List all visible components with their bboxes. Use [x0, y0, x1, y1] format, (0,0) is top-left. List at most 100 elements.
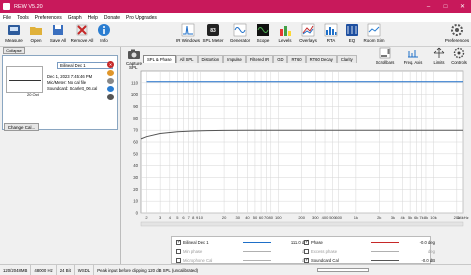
scope-icon — [257, 24, 269, 36]
spl-chart-svg: 01020304050607080901001102 3 4 5 6 7 8 9 10 20 30 4… — [131, 70, 469, 227]
notes-icon[interactable] — [107, 86, 114, 92]
menu-pro-upgrades[interactable]: Pro Upgrades — [126, 15, 157, 21]
tab-distortion[interactable]: Distortion — [197, 55, 224, 63]
save-small-icon[interactable] — [107, 94, 114, 100]
tab-impulse[interactable]: Impulse — [223, 55, 246, 63]
menu-tools[interactable]: Tools — [17, 15, 29, 21]
legend-swatch — [243, 241, 271, 243]
x-tick-label: 10k — [430, 215, 436, 220]
menu-file[interactable]: File — [3, 15, 11, 21]
preferences-button[interactable]: Preferences — [444, 23, 470, 46]
generator-button[interactable]: Generator — [229, 23, 251, 46]
overlays-icon — [301, 23, 315, 37]
camera-icon[interactable] — [127, 48, 141, 60]
scrollbars-icon — [379, 47, 391, 59]
y-tick-label: 110 — [131, 80, 138, 85]
spl-meter-button[interactable]: 83 SPL Meter — [202, 23, 224, 46]
minimize-button[interactable]: – — [420, 0, 437, 13]
info-button[interactable]: Info — [93, 23, 115, 46]
x-tick-label: 10 — [198, 215, 203, 220]
save-all-label: Save All — [49, 38, 67, 43]
measure-label: Measure — [5, 38, 23, 43]
change-cal-button[interactable]: Change Cal... — [4, 123, 39, 131]
status-bar: 120/2048MB 48000 Hz 24 Bit WSDL Peak inp… — [0, 264, 471, 275]
tab-clarity[interactable]: Clarity — [336, 55, 357, 63]
open-button[interactable]: Open — [25, 23, 47, 46]
legend-value: dB — [275, 258, 307, 263]
lock-icon[interactable] — [107, 70, 114, 76]
generator-icon — [233, 23, 247, 37]
remove-measurement-icon[interactable]: ✕ — [107, 61, 114, 68]
menu-donate[interactable]: Donate — [104, 15, 120, 21]
legend-swatch — [371, 241, 399, 243]
remove-all-button[interactable]: Remove All — [71, 23, 93, 46]
overlays-button[interactable]: Overlays — [297, 23, 319, 46]
measurement-card[interactable]: Bilineal Dec 1 ✕ Dec 1, 2023 7:45:46 PM … — [2, 55, 118, 130]
measurement-name-field[interactable]: Bilineal Dec 1 — [57, 62, 113, 69]
status-message: Peak input before clipping 120 dB SPL (u… — [97, 267, 199, 273]
menu-help[interactable]: Help — [88, 15, 98, 21]
legend-checkbox[interactable] — [176, 248, 181, 254]
x-tick-label: 2 — [145, 215, 148, 220]
rta-label: RTA — [326, 38, 336, 43]
tab-gd[interactable]: GD — [273, 55, 288, 63]
tab-spl-phase[interactable]: SPL & Phase — [143, 55, 176, 63]
preferences-label: Preferences — [444, 38, 470, 43]
eq-button[interactable]: EQ — [341, 23, 363, 46]
room-sim-label: Room Sim — [363, 38, 385, 43]
save-all-button[interactable]: Save All — [47, 23, 69, 46]
ir-windows-label: IR Windows — [176, 38, 201, 43]
info-label: Info — [100, 38, 108, 43]
close-window-button[interactable]: ✕ — [454, 0, 471, 13]
room-sim-button[interactable]: Room Sim — [363, 23, 385, 46]
x-tick-label: 40 — [245, 215, 250, 220]
y-tick-label: 80 — [133, 116, 138, 121]
scope-label: Scope — [256, 38, 270, 43]
legend-value: -0.0 dB — [421, 257, 435, 263]
levels-icon — [280, 26, 291, 36]
menu-preferences[interactable]: Preferences — [35, 15, 62, 21]
spl-plot[interactable]: SPL 0 10 20 30 40 50 60 70 80 90 100 110 2 3 4 5 6 7 8 9 10 2… — [121, 63, 471, 228]
y-tick-label: 0 — [136, 211, 139, 216]
x-tick-label: 3k — [391, 215, 395, 220]
x-tick-label: 8 — [192, 215, 195, 220]
measure-button[interactable]: Measure — [3, 23, 25, 46]
eq-label: EQ — [348, 38, 356, 43]
tab-rt60[interactable]: RT60 — [287, 55, 306, 63]
spl-meter-value: 83 — [210, 28, 216, 34]
legend-checkbox[interactable] — [176, 257, 181, 263]
legend-checkbox[interactable] — [304, 239, 309, 245]
legend-swatch — [371, 259, 399, 261]
open-label: Open — [30, 38, 42, 43]
levels-button[interactable]: Levels — [274, 23, 296, 46]
scope-button[interactable]: Scope — [252, 23, 274, 46]
legend-checkbox[interactable] — [304, 257, 309, 263]
info-small-icon[interactable] — [107, 78, 114, 84]
legend-value: dB — [275, 249, 307, 254]
menu-graph[interactable]: Graph — [68, 15, 82, 21]
legend-label: Bilineal Dec 1 — [183, 239, 209, 245]
measurement-thumbnail — [6, 66, 43, 93]
remove-icon — [76, 24, 88, 36]
x-tick-label: 5k — [408, 215, 412, 220]
overlays-label: Overlays — [299, 38, 317, 43]
x-tick-label: 600 — [335, 215, 342, 220]
ir-windows-button[interactable]: IR Windows — [176, 23, 201, 46]
x-tick-label: 4 — [169, 215, 172, 220]
tab-rt60-decay[interactable]: RT60 Decay — [305, 55, 337, 63]
tab-filtered-ir[interactable]: Filtered IR — [245, 55, 274, 63]
legend-label: Microphone Cal — [183, 257, 213, 263]
main-toolbar: Measure Open Save All Remove All Info IR… — [0, 22, 471, 47]
x-tick-label: 400 — [322, 215, 329, 220]
maximize-button[interactable]: □ — [437, 0, 454, 13]
tab-all-spl[interactable]: All SPL — [175, 55, 198, 63]
x-tick-label: 6 — [182, 215, 185, 220]
legend-row: Soundcard Cal -0.0 dB — [304, 256, 435, 264]
gear-icon — [451, 24, 463, 36]
measurement-soundcard: Soundcard: Scarlett_06.cal — [47, 86, 98, 91]
legend-row: Min phase dB — [176, 247, 307, 255]
collapse-button[interactable]: Collapse — [3, 47, 25, 54]
legend-checkbox[interactable] — [304, 248, 309, 254]
rta-button[interactable]: RTA — [320, 23, 342, 46]
legend-checkbox[interactable] — [176, 239, 181, 245]
